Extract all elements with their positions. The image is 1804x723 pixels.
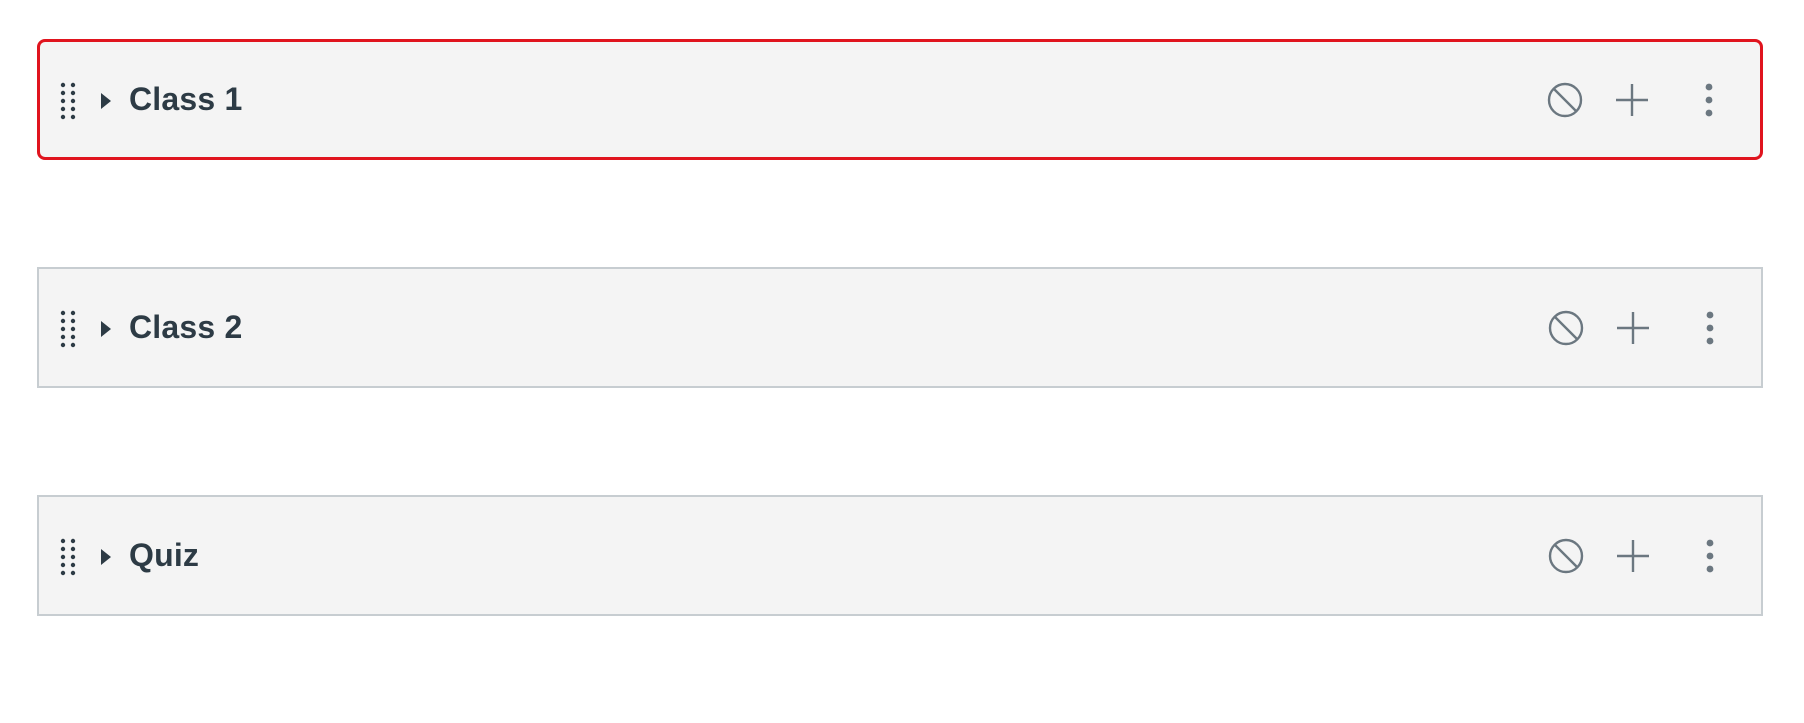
module-list: Class 1 Class 2 Quiz bbox=[37, 39, 1763, 723]
kebab-menu-icon[interactable] bbox=[1695, 497, 1725, 614]
drag-handle-icon[interactable] bbox=[59, 538, 79, 576]
expand-arrow-icon[interactable] bbox=[97, 91, 115, 111]
module-title[interactable]: Class 2 bbox=[129, 269, 242, 386]
module-header-quiz[interactable]: Quiz bbox=[37, 495, 1763, 616]
plus-icon[interactable] bbox=[1610, 41, 1654, 158]
module-title[interactable]: Quiz bbox=[129, 497, 199, 614]
plus-icon[interactable] bbox=[1611, 497, 1655, 614]
drag-handle-icon[interactable] bbox=[59, 82, 79, 120]
kebab-menu-icon[interactable] bbox=[1694, 41, 1724, 158]
unpublished-icon[interactable] bbox=[1544, 269, 1588, 386]
kebab-menu-icon[interactable] bbox=[1695, 269, 1725, 386]
unpublished-icon[interactable] bbox=[1544, 497, 1588, 614]
plus-icon[interactable] bbox=[1611, 269, 1655, 386]
module-header-class-2[interactable]: Class 2 bbox=[37, 267, 1763, 388]
drag-handle-icon[interactable] bbox=[59, 310, 79, 348]
module-title[interactable]: Class 1 bbox=[129, 42, 242, 159]
unpublished-icon[interactable] bbox=[1543, 41, 1587, 158]
expand-arrow-icon[interactable] bbox=[97, 319, 115, 339]
expand-arrow-icon[interactable] bbox=[97, 547, 115, 567]
module-header-class-1[interactable]: Class 1 bbox=[37, 39, 1763, 160]
